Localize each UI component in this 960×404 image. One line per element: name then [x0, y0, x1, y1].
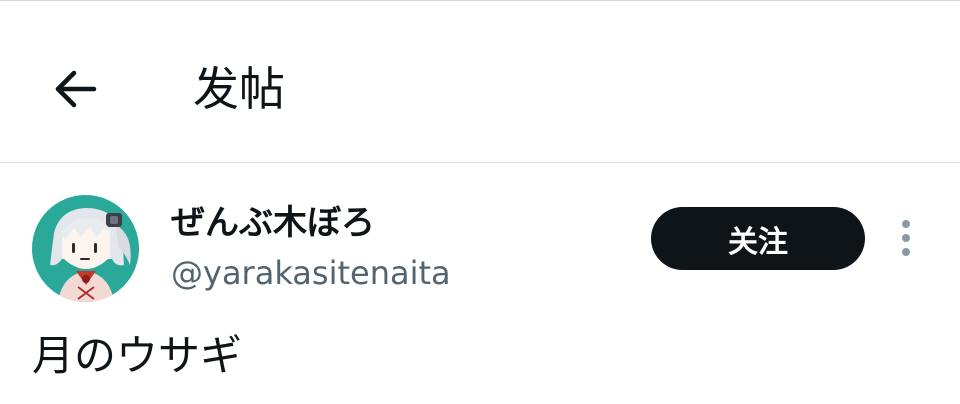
- more-vertical-icon: [902, 220, 910, 256]
- post-page: 发帖 ぜんぶ木ぼろ @yarakasitenaita 关注 月のウサギ: [0, 0, 960, 404]
- author-handle[interactable]: @yarakasitenaita: [171, 252, 451, 294]
- header-divider: [0, 162, 960, 163]
- page-title: 发帖: [193, 62, 285, 116]
- more-options-button[interactable]: [886, 212, 926, 264]
- author-display-name[interactable]: ぜんぶ木ぼろ: [171, 200, 375, 246]
- arrow-left-icon: [55, 70, 97, 108]
- back-button[interactable]: [36, 49, 116, 129]
- page-header: 发帖: [0, 1, 960, 161]
- follow-button-label: 关注: [728, 224, 788, 260]
- post-text: 月のウサギ: [32, 331, 243, 380]
- avatar-illustration: [32, 195, 139, 302]
- avatar[interactable]: [32, 195, 139, 302]
- follow-button[interactable]: 关注: [651, 207, 865, 270]
